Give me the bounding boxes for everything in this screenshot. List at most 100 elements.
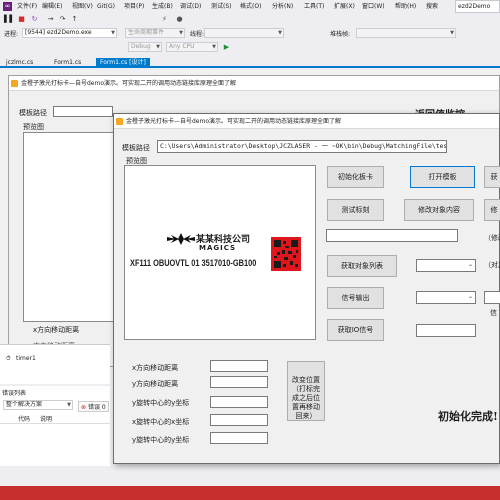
window-title-box: ezd2Demo	[455, 0, 500, 13]
step-over-icon[interactable]: ↷	[58, 15, 67, 24]
errors-filter[interactable]: ⊗ 错误 0	[78, 401, 109, 412]
chevron-down-icon: ▼	[212, 44, 216, 50]
get-io-signal-button[interactable]: 获取IO信号	[327, 319, 384, 341]
search-label[interactable]: 搜索	[426, 2, 438, 12]
preview-picturebox	[23, 132, 119, 322]
y-move-input[interactable]	[210, 376, 268, 388]
x-move-label: x方向移动距离	[132, 364, 179, 372]
template-path-input[interactable]	[53, 106, 113, 117]
signal-hint-label: 信	[490, 309, 497, 317]
qr-code-icon	[271, 237, 301, 271]
toolbar-debug: 进程: [9544] ezd2Demo.exe ▼ 生命周期事件 ▼ 线程: ▼…	[0, 27, 500, 40]
signal-port-combo[interactable]: ⌄	[416, 291, 476, 304]
restart-icon[interactable]: ↻	[30, 15, 39, 24]
menu-item[interactable]: 测试(S)	[211, 2, 232, 12]
chevron-down-icon: ⌄	[467, 293, 473, 300]
stack-combo[interactable]: ▼	[356, 28, 456, 38]
open-template-button[interactable]: 打开模板	[410, 166, 475, 188]
preview-picturebox: 某某科技公司 MAGICS XF111 OBUOVTL 01 3517010-G…	[124, 165, 316, 340]
chevron-down-icon: ▼	[450, 30, 454, 36]
content-input[interactable]	[326, 229, 458, 242]
menu-item[interactable]: Git(G)	[97, 2, 115, 12]
menu-item[interactable]: 调试(D)	[180, 2, 201, 12]
menu-item[interactable]: 扩展(X)	[334, 2, 355, 12]
menu-item[interactable]: 帮助(H)	[395, 2, 416, 12]
step-out-icon[interactable]: ↑	[70, 15, 79, 24]
platform-combo[interactable]: Any CPU ▼	[166, 42, 218, 52]
error-scope-combo[interactable]: 整个解决方案 ▼	[3, 400, 73, 410]
tab-form1-designer[interactable]: Form1.cs [设计]	[96, 58, 150, 68]
status-label: 初始化完成!	[438, 410, 498, 423]
menu-item[interactable]: 文件(F)	[17, 2, 37, 12]
x-rotation-label: x旋转中心的x坐标	[132, 418, 190, 426]
tab-form1-code[interactable]: Form1.cs	[50, 58, 85, 68]
template-path-label: 模板路径	[19, 109, 47, 117]
preview-label: 预览图	[23, 123, 44, 131]
timer-icon[interactable]: ⏱	[6, 355, 11, 363]
chevron-down-icon: ▼	[179, 30, 183, 36]
toolbar-build: Debug ▼ Any CPU ▼ ▶	[0, 40, 500, 54]
hot-reload-icon[interactable]: ⚡	[160, 15, 169, 24]
x-rotation-input[interactable]	[210, 414, 268, 426]
tab-jczlmc[interactable]: jczlmc.cs	[2, 58, 37, 68]
component-tray: ⏱ timer1	[0, 344, 110, 384]
running-form-title: 金橙子激光打标卡—自号demo演示。可实现二开的调用动态链接库原理全面了解	[126, 118, 342, 125]
test-mark-button[interactable]: 测试标刻	[327, 199, 384, 221]
process-value: [9544] ezd2Demo.exe	[25, 29, 92, 36]
menu-item[interactable]: 视图(V)	[72, 2, 93, 12]
toolbar-main: ▌▌ ■ ↻ → ↷ ↑ ⚡ ●	[0, 13, 500, 38]
init-card-button[interactable]: 初始化板卡	[327, 166, 384, 188]
error-list-panel: 错误列表 整个解决方案 ▼ ⊗ 错误 0 代码 说明	[0, 386, 110, 466]
designer-form-titlebar: 金橙子激光打标卡—自号demo演示。可实现二开的调用动态链接库原理全面了解	[9, 76, 499, 91]
thread-label: 线程:	[190, 31, 205, 38]
menu-item[interactable]: 编辑(E)	[42, 2, 62, 12]
template-path-label: 模板路径	[122, 144, 150, 152]
menu-item[interactable]: 分析(N)	[272, 2, 293, 12]
menu-item[interactable]: 格式(O)	[240, 2, 261, 12]
col-code[interactable]: 代码	[18, 414, 30, 423]
chevron-down-icon: ▼	[156, 44, 160, 50]
signal-output-button[interactable]: 信号输出	[327, 287, 384, 309]
x-move-label: x方向移动距离	[33, 326, 80, 334]
signal-value-input[interactable]	[484, 291, 500, 304]
divider	[0, 423, 110, 424]
modify-content-button[interactable]: 修改对象内容	[404, 199, 474, 221]
chevron-down-icon: ▼	[111, 30, 115, 36]
menu-item[interactable]: 生成(B)	[152, 2, 173, 12]
preview-code-text: XF111 OBUOVTL 01 3517010-GB100	[130, 258, 257, 269]
chevron-down-icon: ⌄	[467, 261, 473, 268]
step-into-icon[interactable]: →	[46, 15, 55, 24]
lifecycle-combo[interactable]: 生命周期事件 ▼	[125, 28, 185, 38]
menu-bar: ∞ 文件(F) 编辑(E) 视图(V) Git(G) 项目(P) 生成(B) 调试(D) 测试…	[0, 0, 500, 13]
error-list-title: 错误列表	[2, 390, 27, 397]
io-signal-input[interactable]	[416, 324, 476, 337]
template-path-input[interactable]: C:\Users\Administrator\Desktop\JCZLASER …	[157, 140, 447, 153]
timer-label[interactable]: timer1	[16, 355, 36, 362]
modify-hint-label: （修改	[484, 234, 500, 242]
object-list-combo[interactable]: ⌄	[416, 259, 476, 272]
process-combo[interactable]: [9544] ezd2Demo.exe ▼	[22, 28, 117, 38]
menu-item[interactable]: 工具(T)	[304, 2, 324, 12]
visual-studio-logo-icon: ∞	[3, 2, 12, 11]
chevron-down-icon: ▼	[278, 30, 282, 36]
config-combo[interactable]: Debug ▼	[128, 42, 162, 52]
get-objects-button[interactable]: 获取对象列表	[327, 255, 397, 277]
thread-combo[interactable]: ▼	[204, 28, 284, 38]
extra-button[interactable]: 修	[484, 199, 500, 221]
continue-icon[interactable]: ▶	[222, 43, 231, 52]
get-objects-side-button[interactable]: 获	[484, 166, 500, 188]
chevron-down-icon: ▼	[67, 402, 71, 408]
status-bar	[0, 486, 500, 500]
errors-count: 错误 0	[87, 404, 106, 411]
col-description[interactable]: 说明	[40, 414, 52, 423]
breakpoint-icon[interactable]: ●	[175, 15, 184, 24]
y-rotation-input[interactable]	[210, 396, 268, 408]
stop-icon[interactable]: ■	[17, 15, 26, 24]
x-move-input[interactable]	[210, 360, 268, 372]
menu-item[interactable]: 窗口(W)	[362, 2, 385, 12]
menu-item[interactable]: 项目(P)	[124, 2, 144, 12]
pause-icon[interactable]: ▌▌	[4, 15, 15, 24]
app-icon	[116, 118, 123, 125]
change-position-button[interactable]: 改变位置（打标完成之后位置再移动回来）	[287, 361, 325, 421]
y-rotation2-input[interactable]	[210, 432, 268, 444]
